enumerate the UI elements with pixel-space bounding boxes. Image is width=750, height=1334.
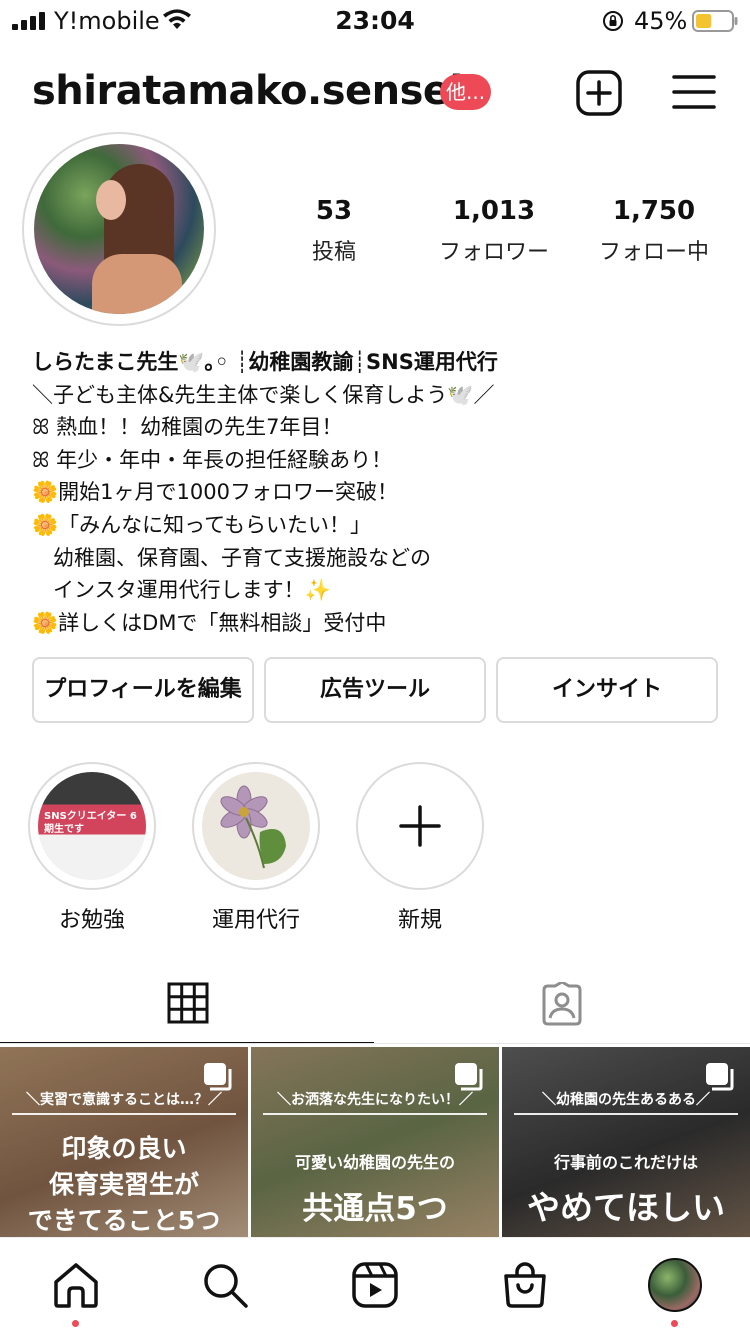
highlight-new[interactable]: 新規 [356,762,484,934]
highlight-label: お勉強 [58,908,125,933]
pressed-flower-icon [220,785,286,869]
menu-icon[interactable] [672,72,716,112]
bio-line: 🌼「みんなに知ってもらいたい！」 [32,512,372,537]
post-title-line: 共通点5つ [302,1191,448,1227]
highlight-management[interactable]: 運用代行 [192,762,320,934]
post-title-line: 保育実習生が [48,1170,199,1199]
bio-line: 🌼開始1ヶ月で1000フォロワー突破！ [32,480,398,505]
post-title-line: やめてほしい [527,1188,725,1227]
highlight-cover-text: SNSクリエイター 6期生です [44,811,137,835]
post-thumbnail[interactable]: ＼実習で意識することは…？／ 印象の良い 保育実習生が できてること5つ [0,1047,248,1237]
other-accounts-badge[interactable]: 他... [440,74,492,110]
posts-count-label: 投稿 [311,240,356,265]
followers-count-label: フォロワー [438,240,549,265]
bio-line: 🌼詳しくはDMで「無料相談」受付中 [32,610,387,635]
bio: しらたまこ先生🕊️｡◦ ┊幼稚園教諭┊SNS運用代行 ＼子ども主体&先生主体で楽… [32,346,732,639]
bio-line: 幼稚園、保育園、子育て支援施設などの [32,545,431,570]
bio-line: インスタ運用代行します！✨ [32,578,331,603]
divider [0,1043,750,1044]
ad-tools-button[interactable]: 広告ツール [264,657,486,723]
plus-icon [399,805,441,847]
following-count[interactable]: 1,750 フォロー中 [574,196,734,266]
followers-count[interactable]: 1,013 フォロワー [414,196,574,266]
insights-button[interactable]: インサイト [496,657,718,723]
battery-icon [692,10,738,32]
bio-line: ＼子ども主体&先生主体で楽しく保育しよう🕊️／ [32,382,495,407]
bottom-nav [0,1237,750,1334]
edit-profile-button[interactable]: プロフィールを編集 [32,657,254,723]
bio-name: しらたまこ先生🕊️｡◦ ┊幼稚園教諭┊SNS運用代行 [32,350,498,374]
highlight-cover [192,762,320,890]
profile-avatar[interactable] [648,1258,702,1312]
highlight-label: 運用代行 [211,908,300,933]
post-title-line: 印象の良い [61,1134,187,1163]
grid-icon [167,982,209,1024]
battery-percent: 45% [634,7,688,35]
username-switcher[interactable]: shiratamako.sensei [32,68,463,114]
post-subtitle: ＼お洒落な先生になりたい！／ [277,1092,473,1108]
post-title-line: できてること5つ [27,1206,221,1235]
following-count-label: フォロー中 [598,240,709,265]
highlight-cover [356,762,484,890]
bio-line: ꕤ 熱血！！幼稚園の先生7年目！ [32,415,343,440]
post-title-line: 可愛い幼稚園の先生の [294,1153,455,1172]
highlight-label: 新規 [397,908,442,933]
posts-count[interactable]: 53 投稿 [254,196,414,266]
orientation-lock-icon [603,11,623,31]
post-subtitle: ＼実習で意識することは…？／ [26,1092,222,1108]
profile-tabs [0,972,750,1044]
profile-header: shiratamako.sensei 他... [0,60,750,124]
home-icon[interactable] [51,1260,101,1310]
highlight-cover: SNSクリエイター 6期生です [28,762,156,890]
tab-tagged[interactable] [375,972,750,1044]
tab-posts-grid[interactable] [0,972,375,1044]
new-post-icon[interactable] [576,70,622,116]
tagged-icon [542,982,582,1026]
highlight-study[interactable]: SNSクリエイター 6期生です お勉強 [28,762,156,934]
posts-count-value: 53 [315,196,353,226]
status-bar: Y!mobile 23:04 45% [0,0,750,44]
post-thumbnail[interactable]: ＼お洒落な先生になりたい！／ 可愛い幼稚園の先生の 共通点5つ [251,1047,499,1237]
post-subtitle: ＼幼稚園の先生あるある／ [542,1092,710,1108]
notification-dot [671,1320,678,1327]
followers-count-value: 1,013 [452,196,536,226]
bio-line: ꕤ 年少・年中・年長の担任経験あり！ [32,447,393,472]
post-thumbnail[interactable]: ＼幼稚園の先生あるある／ 行事前のこれだけは やめてほしい [502,1047,750,1237]
search-icon[interactable] [200,1260,250,1310]
notification-dot [72,1320,79,1327]
shop-icon[interactable] [500,1260,550,1310]
reels-icon[interactable] [350,1260,400,1310]
post-title-line: 行事前のこれだけは [553,1153,698,1172]
following-count-value: 1,750 [612,196,696,226]
profile-avatar[interactable] [34,144,204,314]
